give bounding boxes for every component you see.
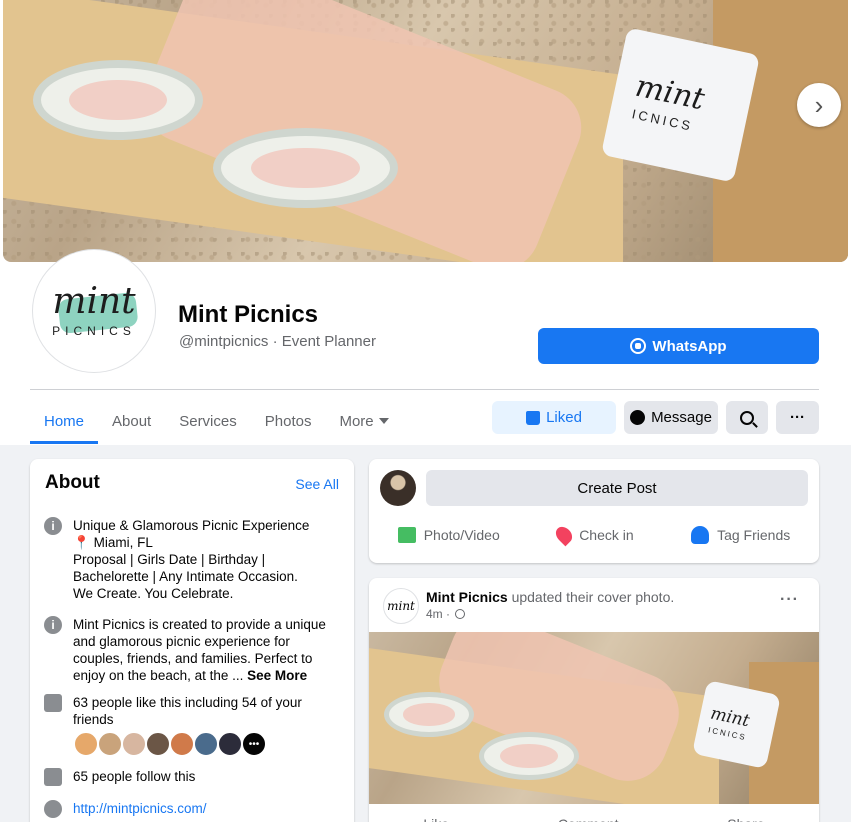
create-post-button[interactable]: Create Post — [426, 470, 808, 506]
globe-icon — [44, 800, 62, 818]
comment-button[interactable]: Comment — [558, 810, 619, 822]
whatsapp-button[interactable]: WhatsApp — [538, 328, 819, 364]
post-options-icon[interactable]: ··· — [780, 591, 799, 609]
about-card: About See All i Unique & Glamorous Picni… — [30, 459, 354, 822]
plate — [213, 128, 398, 208]
photo-video-button[interactable]: Photo/Video — [397, 519, 500, 551]
check-in-button[interactable]: Check in — [552, 519, 634, 551]
post-card: mint Mint Picnics updated their cover ph… — [369, 578, 819, 822]
see-all-link[interactable]: See All — [295, 476, 339, 492]
tab-services[interactable]: Services — [165, 398, 251, 444]
header-divider — [30, 389, 819, 390]
see-more-link[interactable]: See More — [247, 668, 307, 683]
about-long-description: i Mint Picnics is created to provide a u… — [44, 616, 328, 684]
caret-down-icon — [378, 418, 389, 424]
message-button[interactable]: Message — [624, 401, 718, 434]
avatar[interactable]: mint — [383, 588, 419, 624]
thumbs-up-icon — [44, 694, 62, 712]
info-icon: i — [44, 616, 62, 634]
avatar[interactable] — [121, 731, 147, 757]
like-button[interactable]: Like — [423, 810, 449, 822]
globe-icon — [455, 609, 466, 619]
about-follows: 65 people follow this — [44, 768, 328, 786]
page-subtitle: @mintpicnics · Event Planner — [179, 333, 376, 350]
plate — [33, 60, 203, 140]
friend-avatars[interactable]: ••• — [73, 731, 267, 757]
pin-icon: 📍 — [73, 535, 90, 550]
avatar[interactable] — [380, 470, 416, 506]
thumbs-up-icon — [526, 410, 541, 425]
tab-home[interactable]: Home — [30, 398, 99, 444]
search-icon — [740, 410, 754, 425]
avatar[interactable] — [97, 731, 123, 757]
avatar[interactable] — [217, 731, 243, 757]
website-link[interactable]: http://mintpicnics.com/ — [73, 800, 328, 818]
post-image[interactable]: mint ICNICS — [369, 632, 819, 804]
info-icon: i — [44, 517, 62, 535]
post-timestamp[interactable]: 4m · — [426, 607, 466, 621]
page-tabs: Home About Services Photos More — [30, 398, 403, 444]
avatar[interactable] — [73, 731, 99, 757]
chevron-right-icon[interactable]: › — [797, 83, 841, 127]
photo-icon — [397, 527, 416, 543]
share-button[interactable]: Share — [727, 810, 764, 822]
more-options-button[interactable]: ··· — [776, 401, 819, 434]
post-actions: Like Comment Share — [369, 810, 819, 822]
post-author[interactable]: Mint Picnics — [426, 589, 508, 605]
search-button[interactable] — [726, 401, 768, 434]
location-pin-icon — [552, 523, 576, 547]
liked-button[interactable]: Liked — [492, 401, 616, 434]
follow-icon — [44, 768, 62, 786]
logo-pillow: mint ICNICS — [692, 680, 781, 769]
more-friends-icon[interactable]: ••• — [241, 731, 267, 757]
page-title: Mint Picnics — [178, 301, 319, 328]
logo-pillow: mint ICNICS — [600, 27, 761, 183]
person-icon — [691, 526, 710, 544]
about-title: About — [45, 472, 100, 493]
whatsapp-icon — [630, 338, 647, 354]
cover-photo[interactable]: mint ICNICS — [3, 0, 848, 262]
messenger-icon — [630, 410, 646, 425]
create-post-card: Create Post Photo/Video Check in Tag Fri… — [369, 459, 819, 563]
tab-more[interactable]: More — [325, 398, 402, 444]
about-likes: 63 people like this including 54 of your… — [44, 694, 328, 728]
tab-about[interactable]: About — [98, 398, 165, 444]
profile-avatar[interactable]: mint PICNICS — [33, 250, 155, 372]
about-website: http://mintpicnics.com/ — [44, 800, 328, 818]
avatar[interactable] — [145, 731, 171, 757]
post-header: Mint Picnics updated their cover photo. — [426, 589, 675, 605]
tab-photos[interactable]: Photos — [251, 398, 326, 444]
about-description: i Unique & Glamorous Picnic Experience 📍… — [44, 517, 328, 602]
avatar[interactable] — [193, 731, 219, 757]
avatar[interactable] — [169, 731, 195, 757]
tag-friends-button[interactable]: Tag Friends — [691, 519, 790, 551]
plate — [384, 692, 474, 737]
plate — [479, 732, 579, 780]
